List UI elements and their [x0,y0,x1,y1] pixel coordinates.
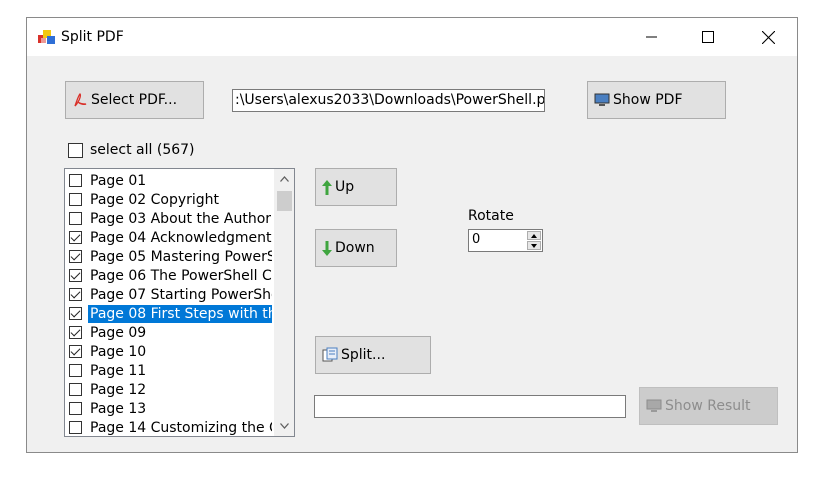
show-result-button[interactable]: Show Result [639,387,778,425]
maximize-button[interactable] [685,18,731,56]
rotate-label: Rotate [468,208,514,224]
rotate-value[interactable]: 0 [472,232,480,247]
select-all-label: select all (567) [90,142,195,158]
split-pdf-window: Split PDF Select PDF... :\Users\alexus20… [26,17,798,453]
maximize-icon [702,31,714,43]
arrow-down-icon [322,240,332,256]
list-item[interactable]: Page 05 Mastering PowerShell [67,247,272,266]
list-item[interactable]: Page 06 The PowerShell Console [67,266,272,285]
page-checkbox[interactable] [69,364,82,377]
select-all-box[interactable] [68,142,83,158]
page-checkbox[interactable] [69,326,82,339]
split-icon [322,347,338,363]
pdf-icon [72,92,88,108]
file-path-input[interactable]: :\Users\alexus2033\Downloads\PowerShell.… [232,89,545,112]
page-label: Page 01 [90,172,147,189]
page-checkbox[interactable] [69,193,82,206]
rotate-spinner[interactable]: 0 [468,229,543,252]
page-label: Page 14 Customizing the Console [90,419,272,436]
list-item[interactable]: Page 09 [67,323,272,342]
window-title: Split PDF [61,29,124,45]
list-item[interactable]: Page 13 [67,399,272,418]
page-label: Page 03 About the Author [90,210,272,227]
arrow-up-icon [322,179,332,195]
down-label: Down [335,240,375,256]
page-checkbox[interactable] [69,212,82,225]
list-item[interactable]: Page 12 [67,380,272,399]
app-icon [38,29,56,45]
page-checkbox[interactable] [69,231,82,244]
spin-up-button[interactable] [527,231,541,240]
select-all-checkbox[interactable]: select all (567) [68,142,195,158]
output-path-input[interactable] [314,395,626,418]
page-label: Page 10 [90,343,147,360]
list-item[interactable]: Page 08 First Steps with the Console [67,304,272,323]
page-label: Page 09 [90,324,147,341]
list-scrollbar[interactable] [274,169,294,436]
list-item[interactable]: Page 01 [67,171,272,190]
select-pdf-label: Select PDF... [91,92,178,108]
page-label: Page 11 [90,362,147,379]
spin-down-icon [531,243,537,248]
spin-up-icon [531,233,537,238]
move-up-button[interactable]: Up [315,168,397,206]
list-item[interactable]: Page 02 Copyright [67,190,272,209]
list-item[interactable]: Page 10 [67,342,272,361]
minimize-icon [646,36,657,38]
move-down-button[interactable]: Down [315,229,397,267]
close-icon [761,30,775,44]
select-pdf-button[interactable]: Select PDF... [65,81,204,119]
page-checkbox[interactable] [69,402,82,415]
list-item[interactable]: Page 11 [67,361,272,380]
page-label: Page 12 [90,381,147,398]
page-checkbox[interactable] [69,421,82,434]
split-button[interactable]: Split... [315,336,431,374]
page-checkbox[interactable] [69,250,82,263]
minimize-button[interactable] [629,18,675,56]
list-item[interactable]: Page 03 About the Author [67,209,272,228]
page-label: Page 05 Mastering PowerShell [90,248,272,265]
list-item[interactable]: Page 04 Acknowledgments [67,228,272,247]
page-checkbox[interactable] [69,345,82,358]
page-checkbox[interactable] [69,383,82,396]
list-item[interactable]: Page 07 Starting PowerShell [67,285,272,304]
scroll-up-icon[interactable] [277,171,292,187]
monitor-icon [594,93,610,107]
title-bar: Split PDF [27,18,797,56]
show-pdf-button[interactable]: Show PDF [587,81,726,119]
page-checkbox[interactable] [69,288,82,301]
list-item[interactable]: Page 14 Customizing the Console [67,418,272,436]
page-label: Page 06 The PowerShell Console [90,267,272,284]
page-label: Page 13 [90,400,147,417]
result-icon [646,399,662,413]
split-label: Split... [341,347,386,363]
scroll-down-icon[interactable] [277,418,292,434]
page-checkbox[interactable] [69,307,82,320]
page-checkbox[interactable] [69,269,82,282]
page-list[interactable]: Page 01 Page 02 Copyright Page 03 About th… [64,168,295,437]
page-label: Page 02 Copyright [90,191,220,208]
page-label: Page 04 Acknowledgments [90,229,272,246]
page-label: Page 07 Starting PowerShell [90,286,272,303]
page-label: Page 08 First Steps with the Console [88,304,272,323]
show-pdf-label: Show PDF [613,92,683,108]
spin-down-button[interactable] [527,241,541,250]
close-button[interactable] [745,18,791,56]
up-label: Up [335,179,355,195]
page-checkbox[interactable] [69,174,82,187]
show-result-label: Show Result [665,398,751,414]
scroll-thumb[interactable] [277,191,292,211]
